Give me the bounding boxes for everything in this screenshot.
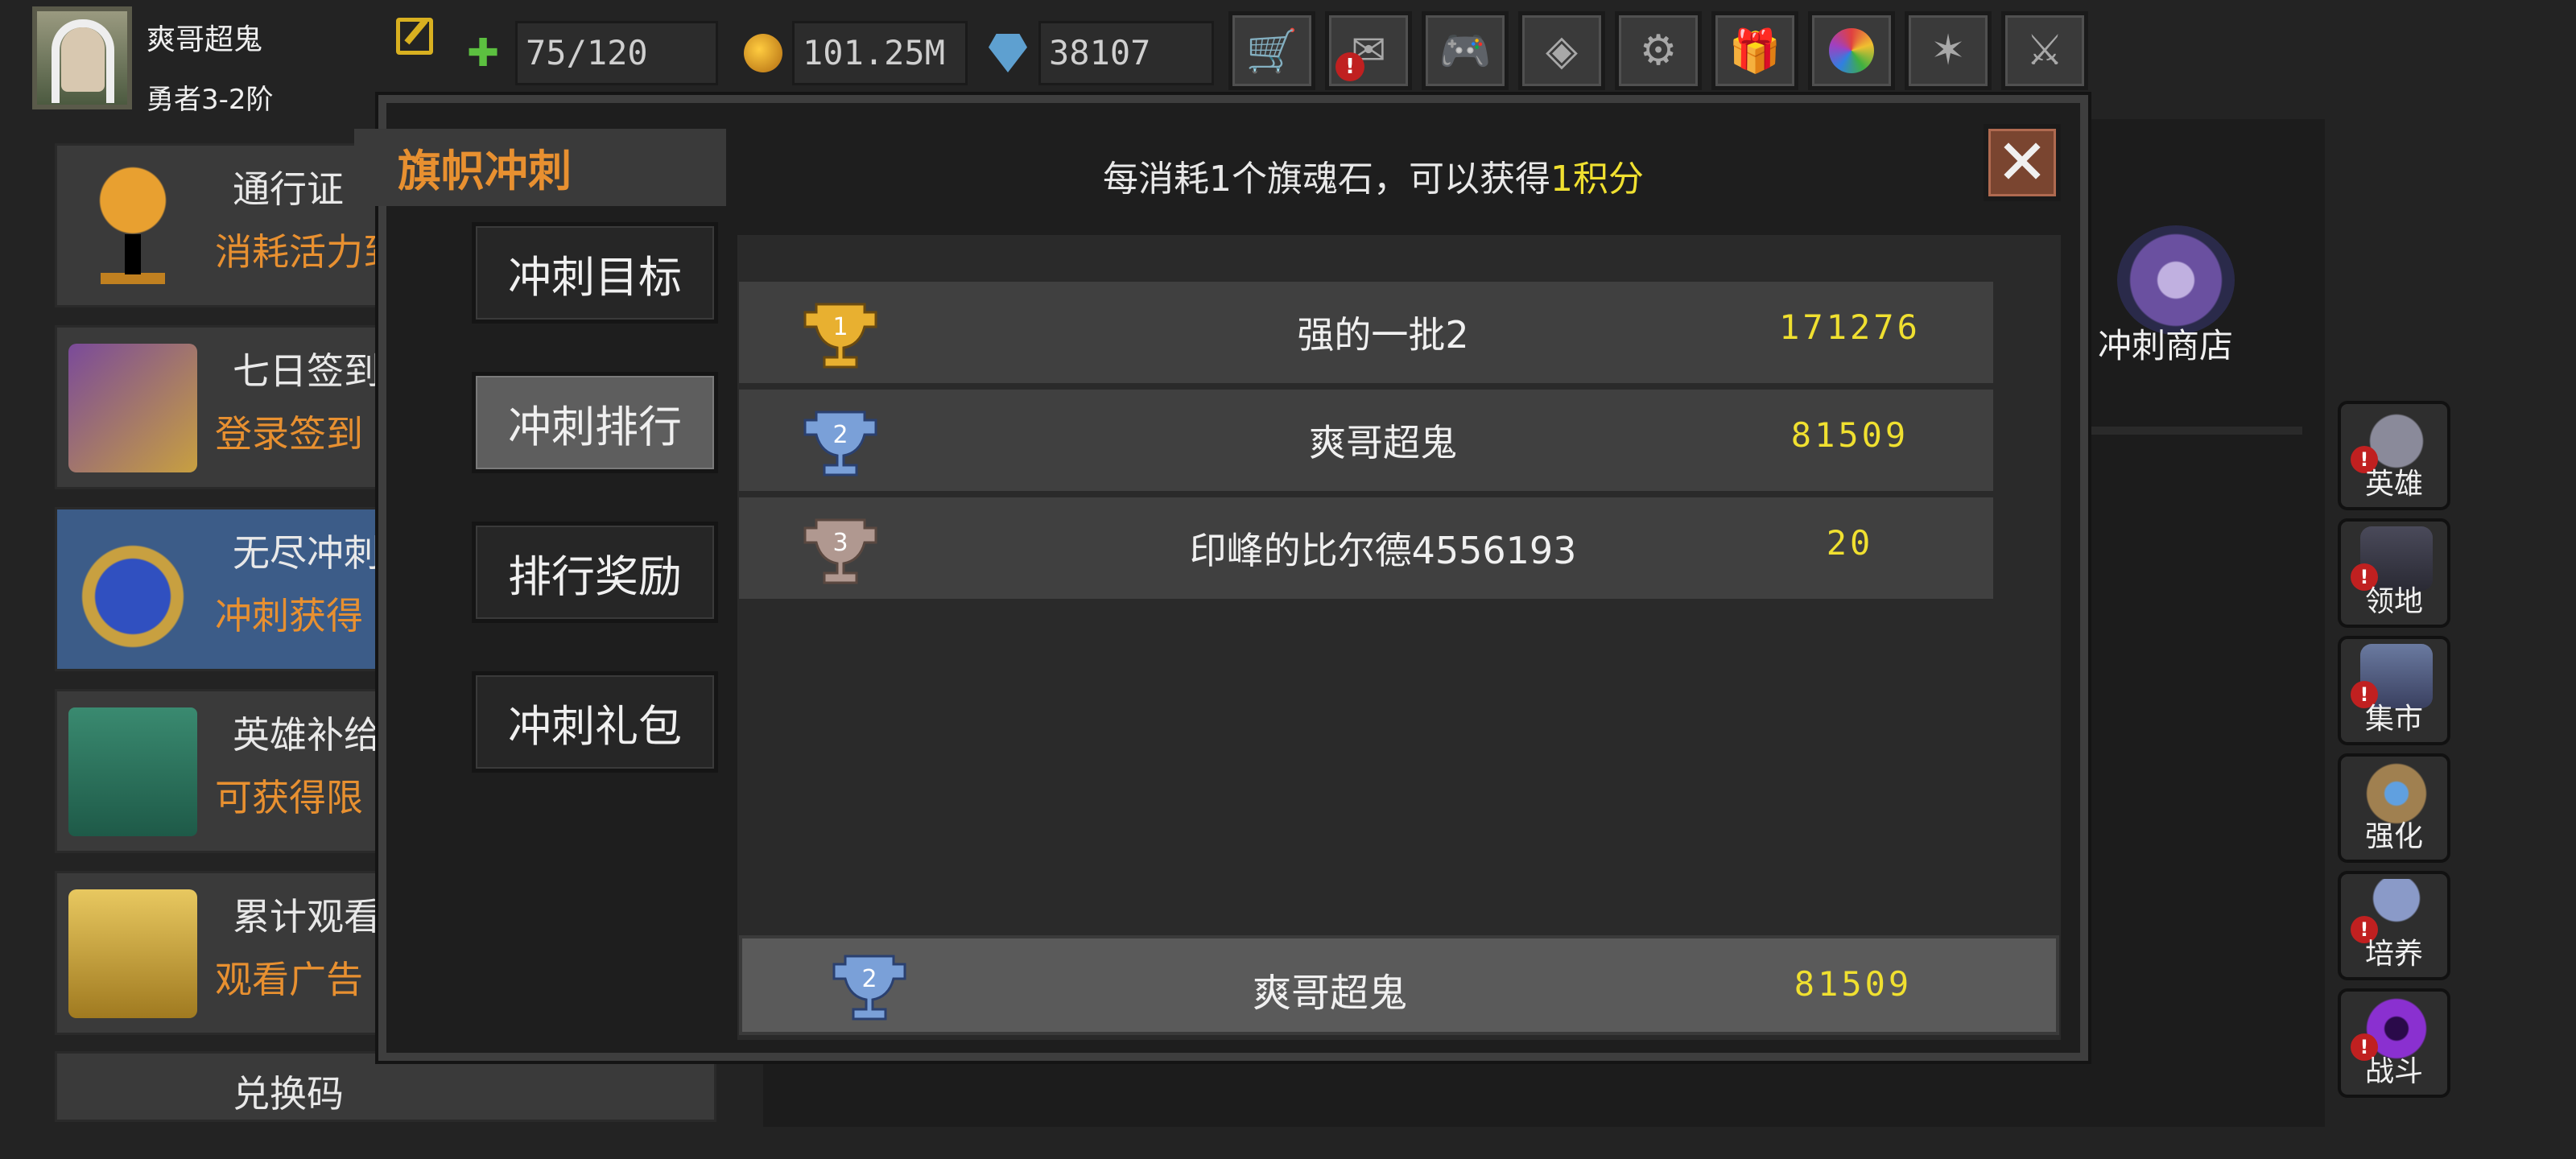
tip-highlight: 1积分 (1550, 159, 1644, 200)
ranking-row: 2 爽哥超鬼 81509 (739, 390, 1993, 494)
alert-icon: ! (1335, 52, 1364, 81)
crossed-swords-icon: ⚔ (2025, 27, 2064, 75)
gamepad-icon: 🎮 (1439, 27, 1492, 76)
event-title: 通行证 (233, 167, 344, 211)
event-item-redeem[interactable]: 兑换码 (55, 1051, 716, 1122)
side-menu-label: 英雄 (2364, 468, 2423, 501)
modal-title: 旗帜冲刺 (398, 146, 572, 196)
shop-cart-button[interactable]: 🛒 (1228, 11, 1315, 90)
side-menu-label: 战斗 (2364, 1055, 2423, 1088)
tab-sprint-ranking[interactable]: 冲刺排行 (472, 372, 718, 473)
side-menu-label: 培养 (2364, 938, 2423, 971)
player-name-cell: 爽哥超鬼 (1309, 421, 1457, 464)
tab-sprint-gift[interactable]: 冲刺礼包 (472, 671, 718, 773)
sprint-shop-label[interactable]: 冲刺商店 (2098, 319, 2233, 368)
ranking-row: 1 强的一批2 171276 (739, 282, 1993, 386)
my-score: 81509 (1794, 964, 1913, 1004)
guild-icon: ◈ (1546, 27, 1578, 75)
rank-number: 1 (832, 313, 848, 341)
gold-trophy-icon: 1 (803, 303, 877, 369)
event-subtitle: 登录签到 (215, 412, 363, 456)
gear-icon: ⚙ (1639, 27, 1678, 75)
event-title: 兑换码 (233, 1072, 344, 1116)
crate-icon (68, 707, 197, 836)
gift-button[interactable]: 🎁 (1711, 11, 1798, 90)
player-rank: 勇者3-2阶 (147, 84, 274, 116)
my-ranking-bar: 2 爽哥超鬼 81509 (739, 935, 2059, 1035)
rank-number: 2 (832, 421, 848, 449)
side-menu-label: 强化 (2364, 820, 2423, 853)
avatar-face (61, 27, 105, 92)
player-avatar[interactable] (32, 6, 132, 109)
color-wheel-icon (1829, 28, 1874, 73)
modal-tip: 每消耗1个旗魂石，可以获得1积分 (1103, 150, 1644, 201)
player-name-cell: 印峰的比尔德4556193 (1189, 529, 1577, 572)
side-menu-hero[interactable]: ! 英雄 (2338, 401, 2450, 510)
player-name: 爽哥超鬼 (147, 23, 263, 56)
side-menu-label: 领地 (2364, 585, 2423, 618)
battle-button[interactable]: ⚔ (2001, 11, 2088, 90)
guild-button[interactable]: ◈ (1518, 11, 1605, 90)
energy-icon: ✚ (467, 31, 500, 76)
energy-value: 75/120 (515, 21, 718, 85)
mail-button[interactable]: ✉! (1325, 11, 1412, 90)
gold-coin-icon (744, 34, 782, 72)
score-cell: 20 (1826, 523, 1874, 563)
firework-button[interactable]: ✶ (1905, 11, 1992, 90)
close-button[interactable] (1984, 124, 2061, 201)
chest-icon (68, 344, 197, 472)
side-menu-enhance[interactable]: 强化 (2338, 753, 2450, 863)
silver-trophy-icon: 2 (832, 955, 906, 1021)
lottery-button[interactable] (1808, 11, 1895, 90)
side-menu-battle[interactable]: ! 战斗 (2338, 988, 2450, 1098)
event-title: 英雄补给 (233, 713, 381, 757)
gem-icon (989, 34, 1027, 72)
event-subtitle: 消耗活力到 (215, 230, 400, 274)
score-cell: 171276 (1779, 307, 1921, 347)
gift-icon: 🎁 (1728, 27, 1781, 76)
my-name: 爽哥超鬼 (1252, 971, 1407, 1016)
bronze-trophy-icon: 3 (803, 518, 877, 584)
firework-icon: ✶ (1930, 27, 1966, 75)
divider (2085, 427, 2302, 435)
cart-icon: 🛒 (1245, 27, 1298, 76)
tab-ranking-rewards[interactable]: 排行奖励 (472, 522, 718, 623)
rank-number: 3 (832, 529, 848, 557)
event-subtitle: 可获得限 (215, 776, 363, 819)
event-subtitle: 冲刺获得 (215, 594, 363, 637)
side-menu-market[interactable]: ! 集市 (2338, 636, 2450, 745)
silver-trophy-icon: 2 (803, 410, 877, 476)
goblet-icon (68, 162, 197, 291)
ranking-row: 3 印峰的比尔德4556193 20 (739, 497, 1993, 602)
event-title: 七日签到 (233, 349, 381, 393)
side-menu-territory[interactable]: ! 领地 (2338, 518, 2450, 628)
side-menu-cultivate[interactable]: ! 培养 (2338, 871, 2450, 980)
score-cell: 81509 (1790, 415, 1909, 455)
side-menu-label: 集市 (2364, 703, 2423, 736)
settings-button[interactable]: ⚙ (1615, 11, 1702, 90)
rank-number: 2 (861, 965, 877, 993)
event-subtitle: 观看广告 (215, 958, 363, 1001)
edit-name-icon[interactable] (396, 18, 433, 55)
tab-sprint-target[interactable]: 冲刺目标 (472, 222, 718, 324)
tip-text: 每消耗1个旗魂石，可以获得 (1103, 159, 1550, 200)
gem-value: 38107 (1038, 21, 1214, 85)
player-name-cell: 强的一批2 (1297, 313, 1469, 357)
gamepad-button[interactable]: 🎮 (1422, 11, 1509, 90)
event-title: 无尽冲刺 (233, 531, 381, 575)
shield-icon (68, 526, 197, 654)
event-title: 累计观看 (233, 895, 381, 938)
treasure-chest-icon (68, 889, 197, 1018)
gold-value: 101.25M (792, 21, 968, 85)
